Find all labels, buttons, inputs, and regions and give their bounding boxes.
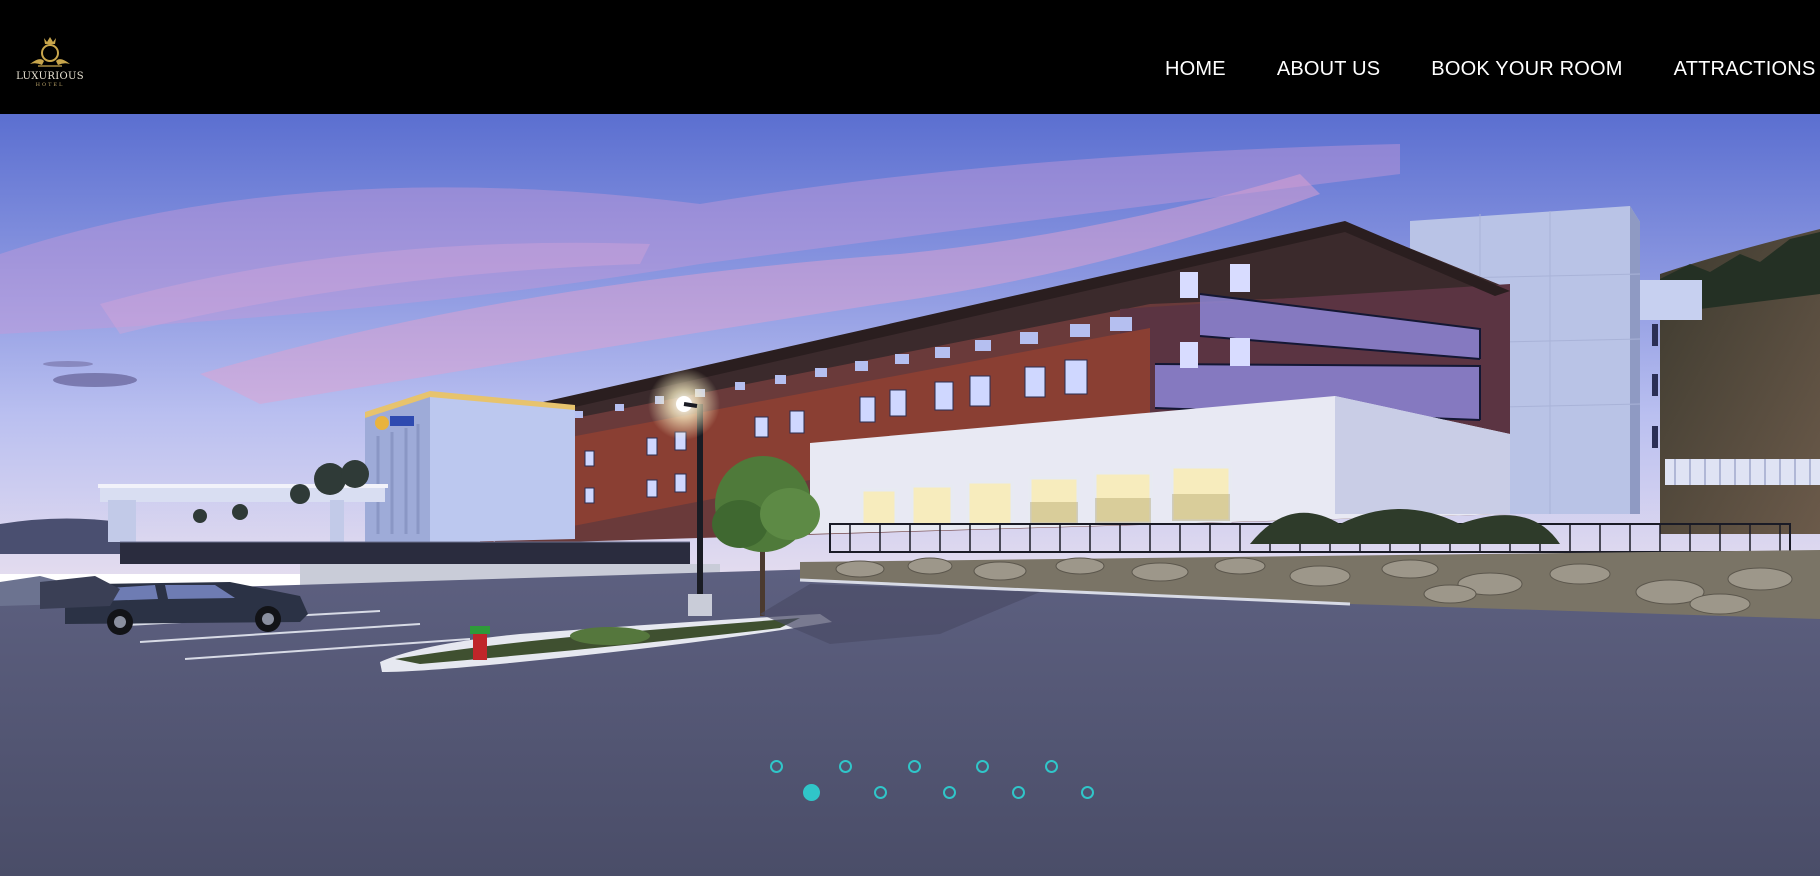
main-nav: HOME ABOUT US BOOK YOUR ROOM ATTRACTIONS [1165, 57, 1820, 81]
nav-item-about-us[interactable]: ABOUT US [1277, 57, 1380, 81]
carousel-dot-4[interactable] [976, 760, 989, 773]
carousel-dot-2[interactable] [839, 760, 852, 773]
carousel-dot-9[interactable] [1012, 786, 1025, 799]
brand-name: LUXURIOUS [16, 71, 84, 82]
nav-item-home[interactable]: HOME [1165, 57, 1226, 81]
nav-item-book-your-room[interactable]: BOOK YOUR ROOM [1431, 57, 1622, 81]
carousel-dot-6-active[interactable] [803, 784, 820, 801]
carousel-dot-10[interactable] [1081, 786, 1094, 799]
brand-tagline: HOTEL [35, 82, 65, 88]
carousel-dot-3[interactable] [908, 760, 921, 773]
site-header: LUXURIOUS HOTEL HOME ABOUT US BOOK YOUR RO… [0, 0, 1820, 114]
nav-item-attractions[interactable]: ATTRACTIONS [1674, 57, 1816, 81]
carousel-dot-7[interactable] [874, 786, 887, 799]
carousel-dot-5[interactable] [1045, 760, 1058, 773]
carousel-dot-1[interactable] [770, 760, 783, 773]
crown-logo-icon [30, 37, 70, 67]
brand-logo[interactable]: LUXURIOUS HOTEL [16, 34, 84, 94]
carousel-dot-8[interactable] [943, 786, 956, 799]
